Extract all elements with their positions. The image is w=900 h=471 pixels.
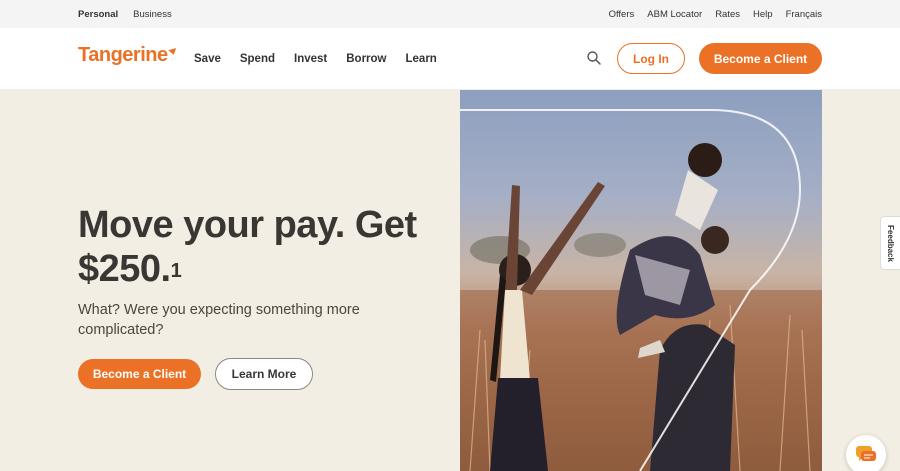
hero-subhead: What? Were you expecting something more … — [78, 302, 360, 338]
segment-business[interactable]: Business — [133, 9, 172, 20]
headline-text: Move your pay. Get $250. — [78, 204, 417, 290]
utility-link-help[interactable]: Help — [753, 9, 773, 20]
become-client-header-button[interactable]: Become a Client — [699, 43, 822, 74]
logo-mark-icon — [167, 48, 178, 56]
utility-link-abm-locator[interactable]: ABM Locator — [647, 9, 702, 20]
primary-nav-links: Save Spend Invest Borrow Learn — [194, 28, 437, 90]
segment-personal[interactable]: Personal — [78, 9, 118, 20]
become-client-hero-button[interactable]: Become a Client — [78, 359, 201, 389]
hero-photo — [460, 90, 822, 471]
login-button[interactable]: Log In — [617, 43, 685, 74]
headline-footnote[interactable]: 1 — [171, 260, 182, 282]
hero-photo-illustration — [460, 109, 822, 471]
search-icon[interactable] — [586, 50, 602, 66]
learn-more-button[interactable]: Learn More — [215, 358, 313, 390]
nav-item-invest[interactable]: Invest — [294, 53, 327, 65]
hero-headline: Move your pay. Get $250.1 — [78, 203, 458, 291]
utility-link-offers[interactable]: Offers — [609, 9, 635, 20]
nav-item-save[interactable]: Save — [194, 53, 221, 65]
utility-links: Offers ABM Locator Rates Help Français — [609, 0, 822, 28]
nav-item-borrow[interactable]: Borrow — [346, 53, 386, 65]
tangerine-logo[interactable]: Tangerine — [78, 44, 178, 67]
feedback-label: Feedback — [886, 224, 895, 262]
utility-link-francais[interactable]: Français — [786, 9, 822, 20]
segment-switcher: Personal Business — [78, 0, 172, 28]
chat-button[interactable] — [846, 435, 886, 471]
utility-link-rates[interactable]: Rates — [715, 9, 740, 20]
nav-item-learn[interactable]: Learn — [406, 53, 437, 65]
chat-icon — [856, 446, 876, 461]
hero-section: Move your pay. Get $250.1 What? Were you… — [0, 90, 900, 471]
utility-bar: Personal Business Offers ABM Locator Rat… — [0, 0, 900, 28]
main-nav: Tangerine Save Spend Invest Borrow Learn… — [0, 28, 900, 90]
logo-text: Tangerine — [78, 44, 168, 66]
feedback-tab[interactable]: Feedback — [880, 216, 900, 270]
nav-item-spend[interactable]: Spend — [240, 53, 275, 65]
